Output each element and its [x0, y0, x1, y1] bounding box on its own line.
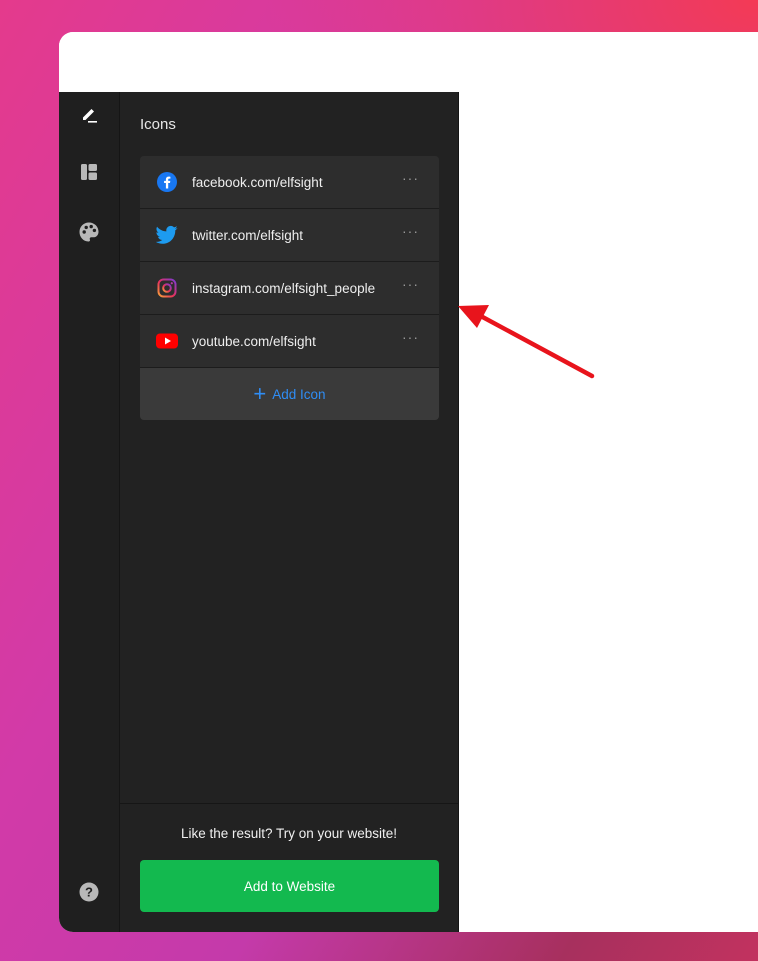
add-icon-label: Add Icon — [272, 386, 326, 402]
more-options-icon[interactable]: ··· — [402, 276, 419, 292]
item-label: instagram.com/elfsight_people — [192, 280, 376, 296]
plus-icon: + — [253, 381, 267, 406]
more-options-icon[interactable]: ··· — [402, 223, 419, 239]
list-item-youtube[interactable]: youtube.com/elfsight ··· — [140, 315, 439, 368]
svg-text:?: ? — [85, 885, 93, 900]
item-label: facebook.com/elfsight — [192, 174, 323, 190]
facebook-icon — [156, 171, 178, 193]
more-options-icon[interactable]: ··· — [402, 329, 419, 345]
palette-icon[interactable] — [77, 220, 101, 244]
more-options-icon[interactable]: ··· — [402, 170, 419, 186]
item-label: youtube.com/elfsight — [192, 333, 316, 349]
list-item-twitter[interactable]: twitter.com/elfsight ··· — [140, 209, 439, 262]
list-item-instagram[interactable]: instagram.com/elfsight_people ··· — [140, 262, 439, 315]
instagram-icon — [156, 277, 178, 299]
side-rail: ? — [59, 92, 120, 932]
annotation-arrow-icon — [458, 305, 595, 379]
icons-panel: Icons facebook.com/elfsight ··· twitter.… — [120, 92, 459, 932]
item-label: twitter.com/elfsight — [192, 227, 304, 243]
panel-footer: Like the result? Try on your website! Ad… — [120, 803, 458, 932]
add-to-website-button[interactable]: Add to Website — [140, 860, 439, 912]
list-item-facebook[interactable]: facebook.com/elfsight ··· — [140, 156, 439, 209]
cta-text: Like the result? Try on your website! — [180, 826, 398, 841]
pencil-icon[interactable] — [77, 102, 101, 126]
add-icon-button[interactable]: + Add Icon — [140, 368, 439, 420]
editor-window: ? Icons facebook.com/elfsight ··· twitte… — [59, 32, 758, 932]
twitter-icon — [156, 224, 178, 246]
icons-list: facebook.com/elfsight ··· twitter.com/el… — [140, 156, 439, 420]
panel-title: Icons — [140, 116, 176, 133]
top-bar — [59, 32, 758, 93]
youtube-icon — [156, 330, 178, 352]
help-icon[interactable]: ? — [77, 880, 101, 904]
preview-area — [459, 92, 758, 932]
layout-icon[interactable] — [77, 160, 101, 184]
